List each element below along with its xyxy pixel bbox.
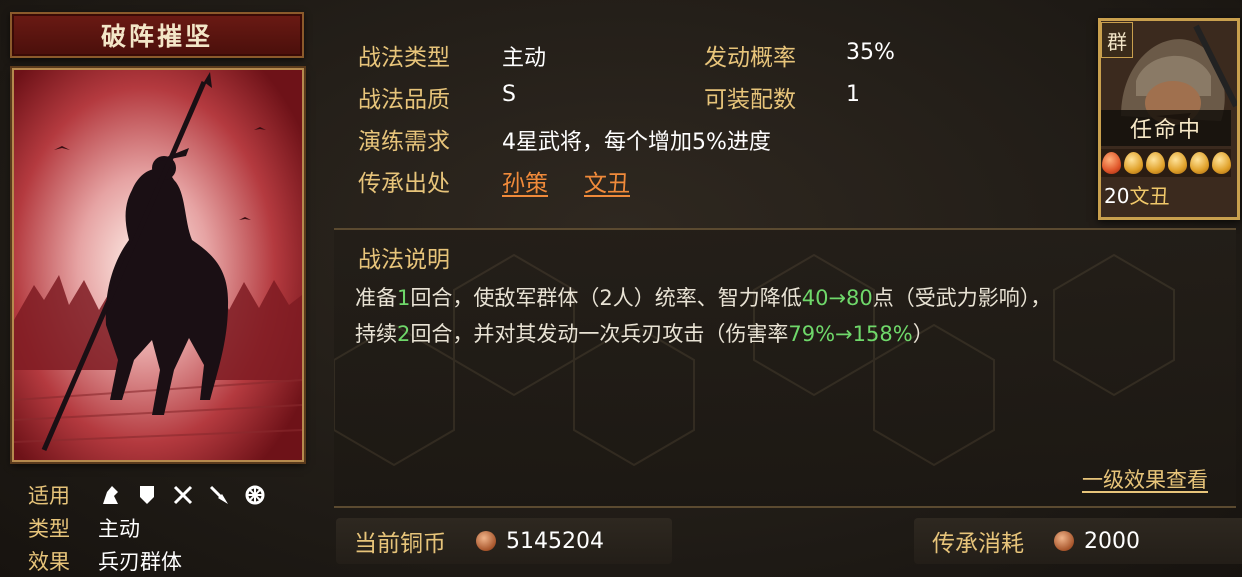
troop-type-icons — [98, 483, 268, 507]
siege-icon — [242, 483, 268, 507]
description-title: 战法说明 — [358, 247, 450, 273]
rate-key: 发动概率 — [704, 45, 796, 71]
description-line-1: 准备1回合，使敌军群体（2人）统率、智力降低40→80点（受武力影响）， — [355, 282, 1051, 312]
tactic-card-art — [12, 68, 304, 462]
faction-badge: 群 — [1101, 22, 1133, 58]
bead-icon — [1211, 152, 1231, 174]
desc-number: 1 — [397, 286, 411, 310]
desc-text: 持续 — [355, 322, 397, 346]
source-hero-link[interactable]: 文丑 — [584, 164, 630, 198]
level-one-effects-link[interactable]: 一级效果查看 — [1082, 464, 1208, 494]
cost-label: 传承消耗 — [932, 531, 1024, 557]
type-value-main: 主动 — [502, 46, 547, 71]
applicable-label: 适用 — [28, 484, 70, 508]
bow-icon — [170, 483, 196, 507]
type-row: 类型 主动 — [28, 513, 140, 543]
inherit-cost-bar: 传承消耗 2000 — [914, 518, 1242, 564]
assignment-status: 任命中 — [1101, 110, 1231, 146]
source-hero-link[interactable]: 孙策 — [502, 164, 548, 198]
effect-label: 效果 — [28, 550, 70, 574]
bead-icon — [1101, 152, 1121, 174]
cavalry-silhouette-art — [14, 70, 302, 460]
drill-value: 4星武将，每个增加5%进度 — [502, 130, 771, 155]
coins-label: 当前铜币 — [354, 531, 446, 557]
desc-number: 2 — [397, 322, 411, 346]
rate-value: 35% — [846, 40, 895, 65]
shield-icon — [134, 483, 160, 507]
quality-value: S — [502, 82, 516, 107]
bead-icon — [1123, 152, 1143, 174]
type-label: 类型 — [28, 517, 70, 541]
copper-coin-icon — [1054, 531, 1074, 551]
drill-key: 演练需求 — [358, 129, 450, 155]
desc-text: 回合，使敌军群体（2人）统率、智力降低 — [410, 286, 802, 310]
cost-value: 2000 — [1084, 528, 1140, 554]
cavalry-icon — [98, 483, 124, 507]
type-value: 主动 — [98, 517, 140, 541]
description-line-2: 持续2回合，并对其发动一次兵刃攻击（伤害率79%→158%） — [355, 318, 934, 348]
effect-row: 效果 兵刃群体 — [28, 546, 182, 576]
coins-value: 5145204 — [506, 528, 604, 554]
desc-text: 点（受武力影响）， — [872, 286, 1052, 310]
current-coins-bar: 当前铜币 5145204 — [336, 518, 672, 564]
type-key: 战法类型 — [358, 45, 450, 71]
quality-key: 战法品质 — [358, 87, 450, 113]
desc-text: 回合，并对其发动一次兵刃攻击（伤害率 — [410, 322, 789, 346]
bead-icon — [1189, 152, 1209, 174]
bead-icon — [1167, 152, 1187, 174]
copper-coin-icon — [476, 531, 496, 551]
effect-value: 兵刃群体 — [98, 550, 182, 574]
hero-name: 文丑 — [1129, 184, 1170, 208]
awakening-beads — [1101, 149, 1231, 177]
source-key: 传承出处 — [358, 171, 450, 197]
hero-level-name: 20文丑 — [1104, 180, 1169, 209]
desc-text: 准备 — [355, 286, 397, 310]
hero-level: 20 — [1104, 184, 1130, 208]
slots-key: 可装配数 — [704, 87, 796, 113]
slots-value: 1 — [846, 82, 860, 107]
applicable-row: 适用 — [28, 480, 268, 510]
tactic-name: 破阵摧坚 — [100, 22, 213, 51]
tactic-name-plaque: 破阵摧坚 — [10, 12, 304, 58]
desc-number: 40→80 — [801, 286, 873, 310]
desc-text: ） — [912, 322, 934, 346]
spear-icon — [206, 483, 232, 507]
bead-icon — [1145, 152, 1165, 174]
desc-number: 79%→158% — [788, 322, 913, 346]
